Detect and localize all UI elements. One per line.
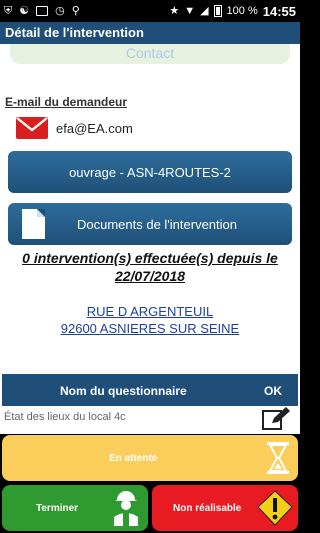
waiting-button-label: En attente xyxy=(109,453,158,464)
address-link[interactable]: RUE D ARGENTEUIL 92600 ASNIERES SUR SEIN… xyxy=(0,303,300,337)
battery-icon xyxy=(213,5,222,17)
waiting-button[interactable]: En attente xyxy=(2,435,298,481)
finish-button-label: Terminer xyxy=(36,503,79,514)
email-heading: E-mail du demandeur xyxy=(5,95,128,109)
questionnaire-row[interactable]: État des lieux du local 4c xyxy=(2,406,298,434)
documents-button[interactable]: Documents de l'intervention xyxy=(8,203,292,245)
intervention-details[interactable]: Contact E-mail du demandeur efa@EA.com o… xyxy=(0,44,300,434)
app-notification-icon: ☯ xyxy=(19,4,30,17)
impossible-button-label: Non réalisable xyxy=(173,503,242,514)
ouvrage-button[interactable]: ouvrage - ASN-4ROUTES-2 xyxy=(8,151,292,193)
page-title: Détail de l'intervention xyxy=(0,22,300,44)
ouvrage-button-label: ouvrage - ASN-4ROUTES-2 xyxy=(69,164,231,180)
impossible-button[interactable]: Non réalisable xyxy=(152,485,298,531)
hourglass-icon xyxy=(267,442,289,474)
finish-button[interactable]: Terminer xyxy=(2,485,148,531)
timer-notification-icon: ◷ xyxy=(55,4,65,17)
star-icon: ★ xyxy=(169,4,180,17)
image-notification-icon xyxy=(36,6,49,16)
interventions-count[interactable]: 0 intervention(s) effectuée(s) depuis le… xyxy=(4,249,296,285)
warning-icon xyxy=(257,490,293,526)
edit-icon[interactable] xyxy=(262,407,290,431)
contact-button[interactable]: Contact xyxy=(10,44,290,64)
address-line-1: RUE D ARGENTEUIL xyxy=(86,304,214,319)
clock: 14:55 xyxy=(262,3,296,19)
questionnaire-table-header: Nom du questionnaire OK xyxy=(2,374,298,406)
column-header-ok: OK xyxy=(264,384,282,398)
battery-percent: 100 % xyxy=(226,5,258,17)
signal-icon: ◢ xyxy=(200,4,209,17)
questionnaire-label: État des lieux du local 4c xyxy=(4,411,126,423)
wifi-icon: ▼ xyxy=(184,4,196,17)
address-line-2: 92600 ASNIERES SUR SEINE xyxy=(60,321,240,336)
envelope-icon xyxy=(16,117,48,139)
status-system: ★ ▼ ◢ 100 % 14:55 xyxy=(169,4,296,19)
document-icon xyxy=(22,209,45,239)
documents-button-label: Documents de l'intervention xyxy=(76,216,237,232)
email-link[interactable]: efa@EA.com xyxy=(16,117,133,139)
worker-icon xyxy=(114,491,138,526)
shield-notification-icon: ⛨ xyxy=(4,4,13,17)
status-notifications: ⛨ ☯ ◷ ⚲ xyxy=(4,4,80,17)
usb-icon: ⚲ xyxy=(71,4,80,17)
column-header-name: Nom du questionnaire xyxy=(60,384,187,398)
status-bar: ⛨ ☯ ◷ ⚲ ★ ▼ ◢ 100 % 14:55 xyxy=(0,0,300,22)
email-value: efa@EA.com xyxy=(56,120,133,136)
